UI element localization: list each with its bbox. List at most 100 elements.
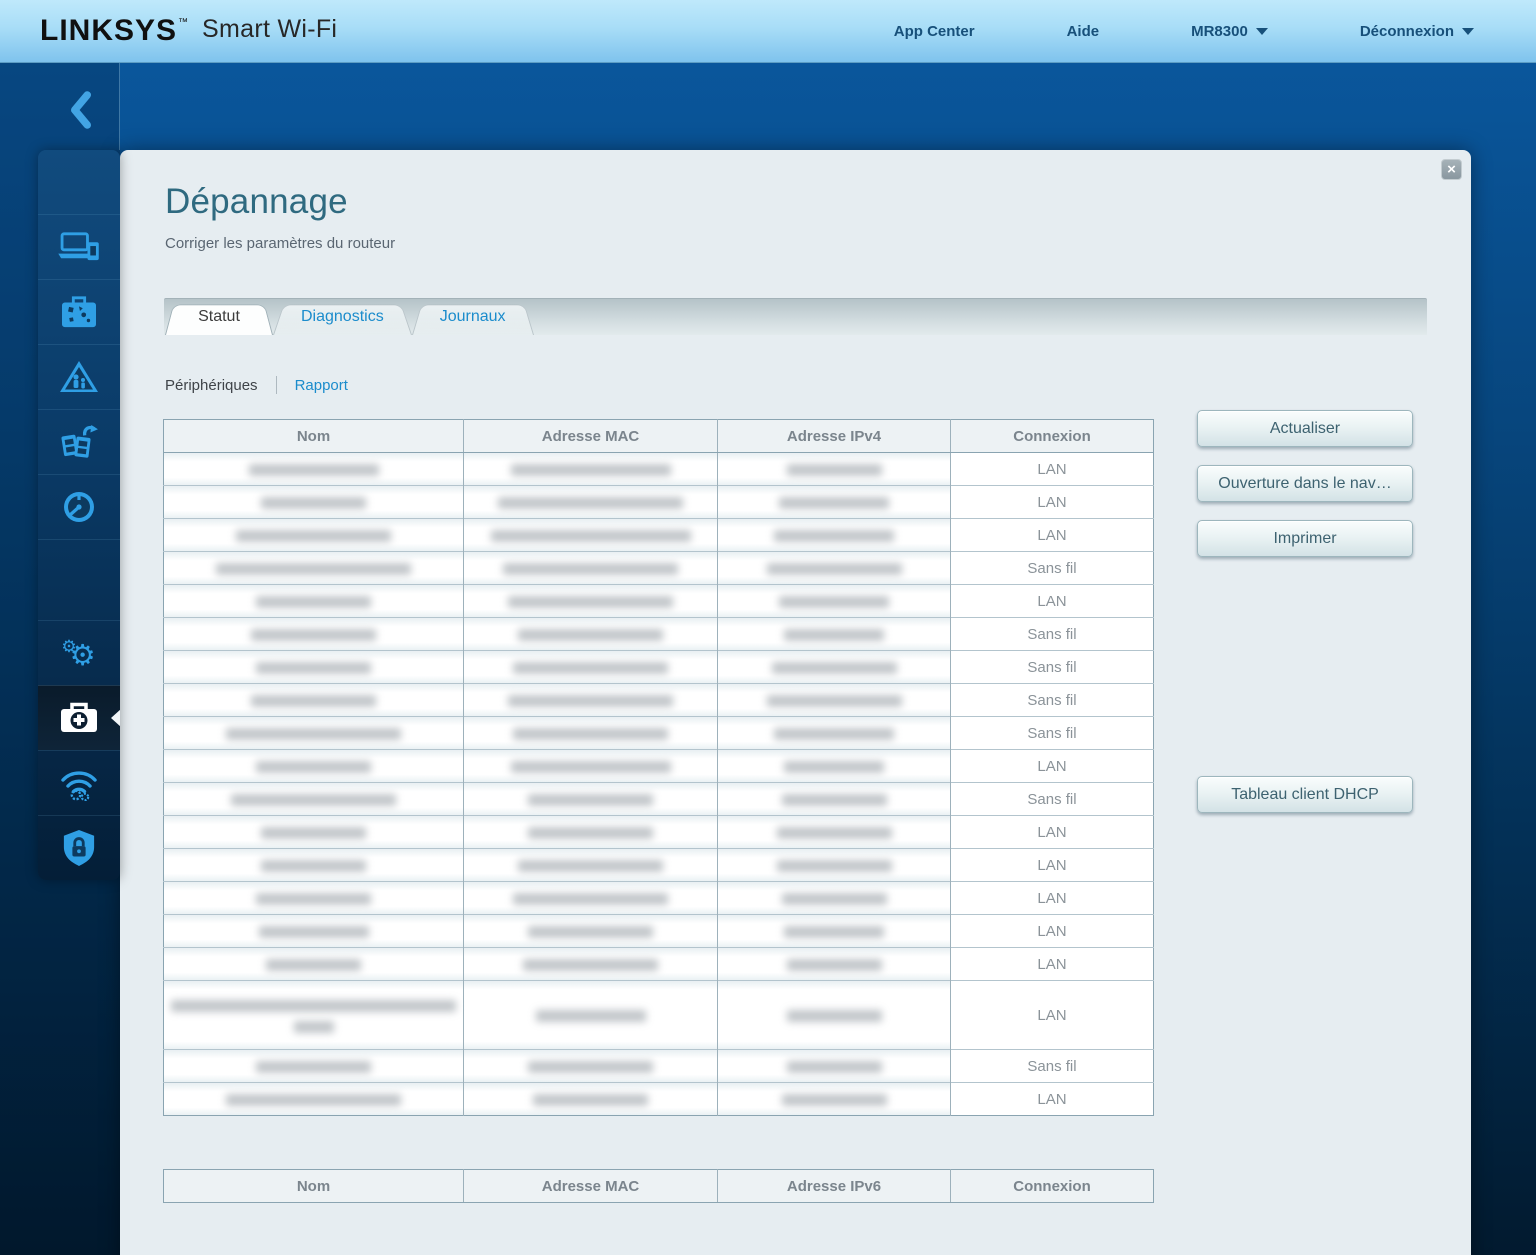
column-header-adresse-ipv6: Adresse IPv6: [718, 1170, 951, 1203]
ipv4-address-cell: [718, 552, 951, 585]
redacted-value: [503, 563, 678, 575]
redacted-value: [787, 1010, 882, 1022]
redacted-value: [787, 1061, 882, 1073]
ipv4-address-cell: [718, 585, 951, 618]
sidebar-item-guest-access[interactable]: [38, 279, 120, 344]
device-name-cell: [164, 519, 464, 552]
brand-wordmark: LINKSYS: [40, 16, 177, 46]
mac-address-cell: [464, 552, 718, 585]
ipv4-address-cell: [718, 750, 951, 783]
redacted-value: [511, 464, 671, 476]
redacted-value: [256, 893, 371, 905]
troubleshooting-panel: × Dépannage Corriger les paramètres du r…: [120, 150, 1471, 1255]
redacted-value: [256, 596, 371, 608]
sidebar-item-troubleshooting[interactable]: [38, 685, 120, 750]
device-name-cell: [164, 849, 464, 882]
page-title: Dépannage: [165, 182, 1471, 222]
table-row: LAN: [164, 585, 1154, 618]
redacted-value: [523, 959, 658, 971]
connection-cell: Sans fil: [951, 552, 1154, 585]
device-name-cell: [164, 552, 464, 585]
sidebar-item-parental-controls[interactable]: [38, 344, 120, 409]
sidebar-item-wireless[interactable]: [38, 750, 120, 815]
table-row: LAN: [164, 882, 1154, 915]
tab-label: Statut: [198, 308, 240, 326]
ipv4-address-cell: [718, 717, 951, 750]
sidebar-item-media-prioritization[interactable]: [38, 409, 120, 474]
table-header-row: NomAdresse MACAdresse IPv6Connexion: [164, 1170, 1154, 1203]
tab-journaux[interactable]: Journaux: [412, 299, 534, 335]
sidebar-item-connectivity[interactable]: ⚙⚙: [38, 620, 120, 685]
network-devices-icon: [58, 231, 100, 263]
security-icon: [62, 829, 96, 867]
open-in-browser-button[interactable]: Ouverture dans le nav…: [1197, 465, 1413, 502]
redacted-value: [528, 794, 653, 806]
mac-address-cell: [464, 783, 718, 816]
redacted-value: [511, 761, 671, 773]
mac-address-cell: [464, 684, 718, 717]
device-name-cell: [164, 453, 464, 486]
top-bar: LINKSYS ™ Smart Wi-Fi App CenterAideMR83…: [0, 0, 1536, 63]
redacted-value: [777, 860, 892, 872]
redacted-value: [782, 794, 887, 806]
redacted-value: [508, 695, 673, 707]
table-row: LAN: [164, 981, 1154, 1050]
sidebar-item-network-devices[interactable]: [38, 214, 120, 279]
nav-item-label: MR8300: [1191, 23, 1248, 40]
chevron-down-icon: [1256, 28, 1268, 35]
table-row: LAN: [164, 486, 1154, 519]
nav-item-mr8300[interactable]: MR8300: [1191, 23, 1268, 40]
subnav-rapport[interactable]: Rapport: [295, 377, 348, 394]
sidebar-collapse-button[interactable]: [66, 90, 100, 132]
redacted-value: [261, 497, 366, 509]
table-row: Sans fil: [164, 717, 1154, 750]
connection-cell: LAN: [951, 816, 1154, 849]
guest-access-icon: [60, 295, 98, 329]
troubleshooting-icon: [59, 702, 99, 734]
mac-address-cell: [464, 948, 718, 981]
redacted-value: [261, 827, 366, 839]
speed-test-icon: [61, 489, 97, 525]
redacted-value: [294, 1021, 334, 1033]
column-header-adresse-mac: Adresse MAC: [464, 420, 718, 453]
tab-statut[interactable]: Statut: [165, 299, 273, 335]
nav-item-app-center[interactable]: App Center: [894, 23, 975, 40]
mac-address-cell: [464, 651, 718, 684]
refresh-button[interactable]: Actualiser: [1197, 410, 1413, 447]
close-icon[interactable]: ×: [1441, 159, 1462, 180]
device-name-cell: [164, 1083, 464, 1116]
column-header-nom: Nom: [164, 1170, 464, 1203]
redacted-value: [236, 530, 391, 542]
sidebar-item-speed-test[interactable]: [38, 474, 120, 539]
connection-cell: LAN: [951, 882, 1154, 915]
redacted-value: [226, 1094, 401, 1106]
product-name: Smart Wi-Fi: [202, 16, 337, 44]
ipv4-address-cell: [718, 486, 951, 519]
print-button[interactable]: Imprimer: [1197, 520, 1413, 557]
media-prioritization-icon: [59, 424, 99, 460]
mac-address-cell: [464, 585, 718, 618]
connectivity-icon: ⚙⚙: [58, 639, 99, 668]
redacted-value: [513, 662, 668, 674]
nav-item-d-connexion[interactable]: Déconnexion: [1360, 23, 1474, 40]
redacted-value: [259, 926, 369, 938]
table-row: LAN: [164, 453, 1154, 486]
panel-edge-highlight: [119, 63, 120, 150]
connection-cell: LAN: [951, 915, 1154, 948]
device-name-cell: [164, 651, 464, 684]
sidebar-item-security[interactable]: [38, 815, 120, 880]
mac-address-cell: [464, 1050, 718, 1083]
tab-diagnostics[interactable]: Diagnostics: [273, 299, 412, 335]
redacted-value: [256, 761, 371, 773]
connection-cell: Sans fil: [951, 1050, 1154, 1083]
nav-item-aide[interactable]: Aide: [1067, 23, 1100, 40]
redacted-value: [528, 827, 653, 839]
connection-cell: LAN: [951, 519, 1154, 552]
tab-label: Journaux: [440, 308, 506, 326]
dhcp-client-table-button[interactable]: Tableau client DHCP: [1197, 776, 1413, 813]
redacted-value: [491, 530, 691, 542]
redacted-value: [226, 728, 401, 740]
connection-cell: Sans fil: [951, 618, 1154, 651]
nav-item-label: Aide: [1067, 23, 1100, 40]
mac-address-cell: [464, 981, 718, 1050]
